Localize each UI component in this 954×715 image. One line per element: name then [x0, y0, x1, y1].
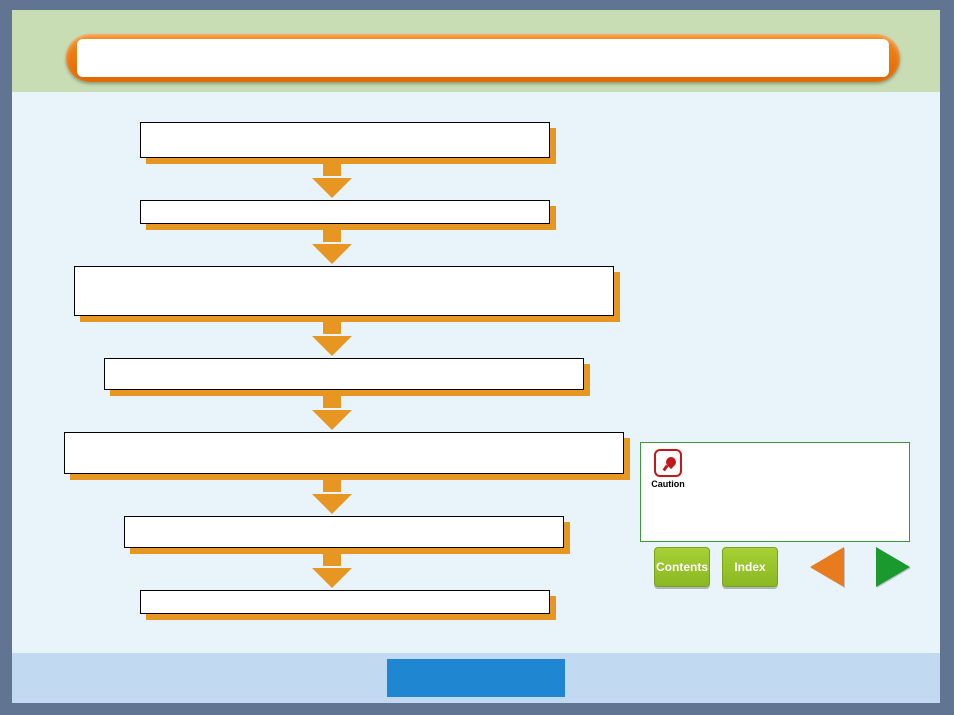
- flow-step-4: [64, 432, 624, 474]
- next-page-icon[interactable]: [876, 547, 910, 587]
- flow-step-box: [104, 358, 584, 390]
- arrow-down-icon: [323, 230, 341, 242]
- arrow-down-icon: [312, 568, 352, 588]
- caution-text: [695, 449, 903, 489]
- arrow-down-icon: [312, 336, 352, 356]
- flow-step-3: [104, 358, 584, 390]
- prev-page-icon[interactable]: [810, 547, 844, 587]
- arrow-down-icon: [312, 244, 352, 264]
- arrow-down-icon: [323, 396, 341, 408]
- arrow-down-icon: [323, 164, 341, 176]
- flow-step-box: [140, 200, 550, 224]
- arrow-down-icon: [312, 410, 352, 430]
- main-panel: Caution Contents Index: [12, 92, 940, 653]
- bottom-tab-3[interactable]: [571, 659, 749, 697]
- arrow-down-icon: [323, 554, 341, 566]
- caution-label: Caution: [647, 479, 689, 489]
- bottom-tab-2[interactable]: [387, 659, 565, 697]
- index-button[interactable]: Index: [722, 547, 778, 587]
- flow-step-box: [74, 266, 614, 316]
- bottom-tab-4[interactable]: [754, 659, 932, 697]
- header-band: [12, 10, 940, 92]
- flow-step-box: [64, 432, 624, 474]
- arrow-down-icon: [323, 322, 341, 334]
- bottom-tab-0[interactable]: [20, 659, 198, 697]
- arrow-down-icon: [312, 178, 352, 198]
- nav-row: Contents Index: [654, 547, 910, 587]
- arrow-down-icon: [312, 494, 352, 514]
- flow-step-6: [140, 590, 550, 614]
- bottom-tab-1[interactable]: [204, 659, 382, 697]
- contents-button[interactable]: Contents: [654, 547, 710, 587]
- flow-step-box: [140, 590, 550, 614]
- flow-step-box: [140, 122, 550, 158]
- arrow-down-icon: [323, 480, 341, 492]
- caution-icon-wrap: Caution: [647, 449, 689, 489]
- flow-step-0: [140, 122, 550, 158]
- page-title: [77, 39, 889, 77]
- caution-box: Caution: [640, 442, 910, 542]
- tab-row: [12, 653, 940, 703]
- flow-step-1: [140, 200, 550, 224]
- flow-step-box: [124, 516, 564, 548]
- flow-step-5: [124, 516, 564, 548]
- flow-step-2: [74, 266, 614, 316]
- caution-icon: [654, 449, 682, 477]
- flow-area: [32, 116, 632, 614]
- title-pill: [66, 34, 900, 82]
